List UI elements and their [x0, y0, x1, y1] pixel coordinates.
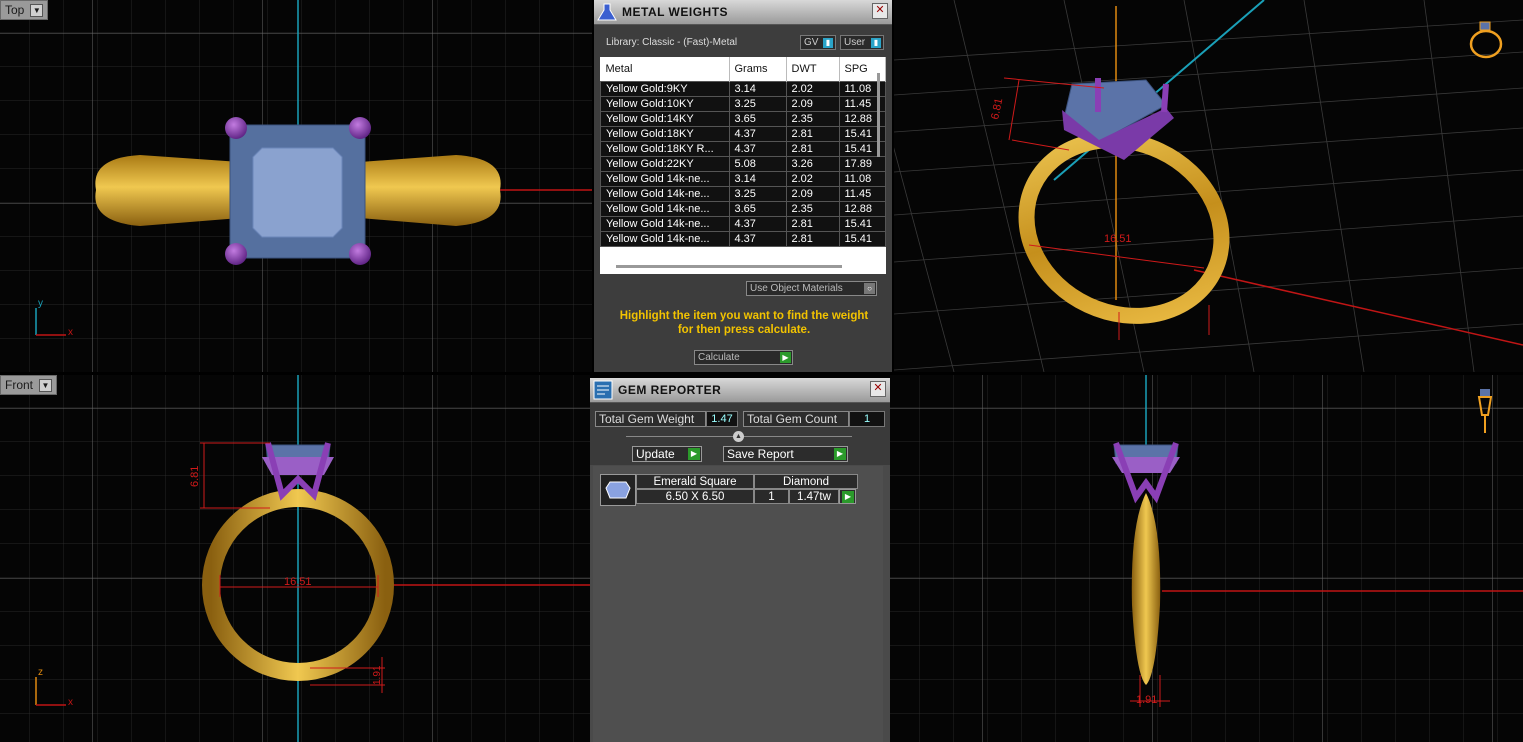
col-dwt[interactable]: DWT	[786, 57, 840, 82]
metal-table: Metal Grams DWT SPG Yellow Gold:9KY 3.14 2…	[600, 57, 886, 247]
col-metal[interactable]: Metal	[600, 57, 730, 82]
horizontal-scrollbar[interactable]	[616, 265, 842, 268]
total-gem-weight-label: Total Gem Weight	[595, 411, 706, 427]
table-row[interactable]: Yellow Gold:14KY 3.65 2.35 12.88	[600, 111, 886, 127]
viewport-front[interactable]: 6.81 16.51 1.91 Front ▼ z x	[0, 375, 590, 742]
metal-weights-panel: METAL WEIGHTS ✕ Library: Classic - (Fast…	[594, 0, 892, 372]
gem-type: Diamond	[754, 474, 858, 489]
viewport-front-label: Front	[5, 378, 34, 392]
table-row[interactable]: Yellow Gold 14k-ne... 3.14 2.02 11.08	[600, 171, 886, 187]
dim-thickness-front: 1.91	[372, 665, 383, 685]
gem-report-icon	[593, 380, 613, 400]
viewport-right[interactable]: 1.91	[890, 375, 1523, 742]
metal-table-header: Metal Grams DWT SPG	[600, 57, 886, 82]
emerald-square-gem-icon	[605, 481, 631, 499]
play-icon: ▶	[842, 491, 854, 503]
gem-weight: 1.47tw	[789, 489, 839, 504]
axis-y-label: y	[38, 298, 43, 309]
chevron-down-icon[interactable]: ▼	[39, 378, 53, 392]
gem-shape: Emerald Square	[636, 474, 754, 489]
total-gem-count-value: 1	[849, 411, 885, 427]
front-viewport-canvas: 6.81 16.51 1.91	[0, 375, 590, 742]
user-toggle[interactable]: User ▮	[840, 35, 884, 50]
ring-band-left	[95, 155, 240, 226]
dim-height-3d: 6.81	[989, 97, 1005, 120]
table-row[interactable]: Yellow Gold 14k-ne... 4.37 2.81 15.41	[600, 216, 886, 232]
play-icon: ▶	[688, 448, 700, 460]
metal-weights-instruction: Highlight the item you want to find the …	[619, 310, 869, 336]
table-row[interactable]: Yellow Gold:10KY 3.25 2.09 11.45	[600, 96, 886, 112]
table-row[interactable]: Yellow Gold 14k-ne... 3.65 2.35 12.88	[600, 201, 886, 217]
view-cube-ring-icon[interactable]	[1469, 21, 1503, 59]
metal-table-container[interactable]: Metal Grams DWT SPG Yellow Gold:9KY 3.14 2…	[600, 57, 886, 274]
gem-size: 6.50 X 6.50	[636, 489, 754, 504]
metal-weights-title: METAL WEIGHTS	[622, 5, 729, 19]
ring-band-right	[360, 155, 501, 226]
play-icon: ▶	[834, 448, 846, 460]
use-object-materials-button[interactable]: Use Object Materials ○	[746, 281, 877, 296]
radio-icon: ○	[864, 283, 875, 294]
scale-flask-icon	[597, 3, 617, 21]
gem-count: 1	[754, 489, 789, 504]
viewport-top[interactable]: Top ▼ y x	[0, 0, 592, 372]
top-viewport-canvas	[0, 0, 592, 372]
gem-reporter-panel: GEM REPORTER ✕ Total Gem Weight 1.47 Tot…	[590, 378, 890, 742]
dim-height-front: 6.81	[189, 466, 201, 487]
gem-list: Emerald Square Diamond 6.50 X 6.50 1 1.4…	[593, 466, 883, 742]
close-icon[interactable]: ✕	[872, 3, 888, 19]
table-row[interactable]: Yellow Gold:9KY 3.14 2.02 11.08	[600, 81, 886, 97]
total-gem-weight-value: 1.47	[706, 411, 738, 427]
dim-diameter-3d: 16.51	[1104, 233, 1132, 245]
close-icon[interactable]: ✕	[870, 381, 886, 397]
viewport-top-label: Top	[5, 3, 25, 17]
table-row[interactable]: Yellow Gold 14k-ne... 3.25 2.09 11.45	[600, 186, 886, 202]
calculate-button[interactable]: Calculate ▶	[694, 350, 793, 365]
col-grams[interactable]: Grams	[729, 57, 787, 82]
viewport-front-menu[interactable]: Front ▼	[0, 375, 58, 395]
play-icon: ▶	[780, 352, 791, 363]
perspective-viewport-canvas: 6.81 16.51	[894, 0, 1523, 372]
table-row[interactable]: Yellow Gold:22KY 5.08 3.26 17.89	[600, 156, 886, 172]
table-row[interactable]: Yellow Gold:18KY R... 4.37 2.81 15.41	[600, 141, 886, 157]
table-row[interactable]: Yellow Gold:18KY 4.37 2.81 15.41	[600, 126, 886, 142]
axis-z-label: z	[38, 667, 43, 678]
total-gem-count-label: Total Gem Count	[743, 411, 849, 427]
viewport-perspective[interactable]: 6.81 16.51	[894, 0, 1523, 372]
gv-toggle[interactable]: GV ▮	[800, 35, 836, 50]
axis-x-label: x	[68, 327, 73, 338]
table-row[interactable]: Yellow Gold 14k-ne... 4.37 2.81 15.41	[600, 231, 886, 247]
metal-weights-titlebar[interactable]: METAL WEIGHTS ✕	[594, 0, 892, 25]
save-report-button[interactable]: Save Report ▶	[723, 446, 848, 462]
update-button[interactable]: Update ▶	[632, 446, 702, 462]
vertical-scrollbar[interactable]	[877, 73, 880, 157]
right-viewport-canvas: 1.91	[890, 375, 1523, 742]
gem-reporter-title: GEM REPORTER	[618, 383, 722, 397]
library-label: Library: Classic - (Fast)-Metal	[606, 37, 738, 48]
axis-x-label: x	[68, 697, 73, 708]
collapse-toggle-icon[interactable]: ▲	[733, 431, 744, 442]
viewport-top-menu[interactable]: Top ▼	[0, 0, 49, 20]
gem-thumbnail[interactable]	[600, 474, 636, 506]
gem-detail-button[interactable]: ▶	[839, 489, 856, 504]
gem-reporter-titlebar[interactable]: GEM REPORTER ✕	[590, 378, 890, 403]
chevron-down-icon[interactable]: ▼	[30, 3, 44, 17]
dim-diameter-front: 16.51	[284, 576, 312, 588]
dim-thickness-side: 1.91	[1136, 694, 1157, 706]
